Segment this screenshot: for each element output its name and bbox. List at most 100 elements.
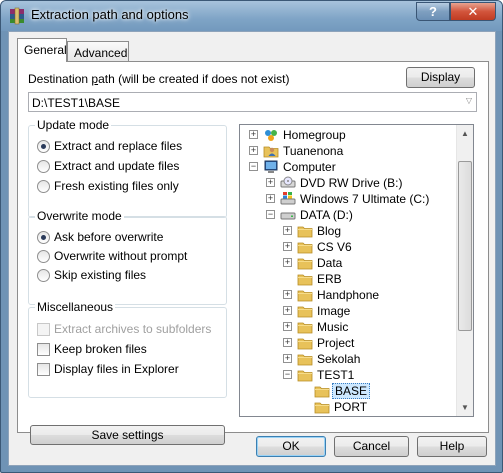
expand-icon[interactable]: +: [283, 354, 292, 363]
winrar-icon: [10, 7, 24, 25]
tab-general[interactable]: General: [17, 38, 67, 62]
tree-node-label[interactable]: DATA (D:): [298, 208, 355, 222]
tree-node-blog[interactable]: + Blog: [240, 223, 456, 239]
tree-node-label[interactable]: DVD RW Drive (B:): [298, 176, 404, 190]
title-bar[interactable]: Extraction path and options ? ✕: [1, 1, 502, 31]
destination-path-value: D:\TEST1\BASE: [32, 96, 121, 110]
expand-icon[interactable]: +: [283, 290, 292, 299]
tree-node-cs-v6[interactable]: + CS V6: [240, 239, 456, 255]
tree-node-sekolah[interactable]: + Sekolah: [240, 351, 456, 367]
tree-node-label[interactable]: Windows 7 Ultimate (C:): [298, 192, 431, 206]
folder-icon: [297, 322, 313, 334]
tree-node-handphone[interactable]: + Handphone: [240, 287, 456, 303]
tree-node-label[interactable]: BASE: [332, 383, 371, 399]
tree-vertical-scrollbar[interactable]: ▲ ▼: [456, 125, 473, 416]
tab-advanced[interactable]: Advanced: [67, 41, 129, 63]
tree-node-test1[interactable]: − TEST1: [240, 367, 456, 383]
destination-path-combobox[interactable]: D:\TEST1\BASE ▽: [28, 92, 477, 112]
user-folder-icon: [263, 146, 279, 158]
expand-icon[interactable]: +: [283, 226, 292, 235]
checkbox[interactable]: [37, 363, 50, 376]
expand-icon[interactable]: +: [266, 178, 275, 187]
tree-node-project[interactable]: + Project: [240, 335, 456, 351]
windows-drive-icon: [280, 192, 296, 205]
overwrite-mode-group: Overwrite mode Ask before overwrite Over…: [28, 209, 227, 305]
tree-node-label[interactable]: Music: [315, 320, 350, 334]
hard-drive-icon: [280, 212, 296, 220]
tree-node-label[interactable]: TEST1: [315, 368, 356, 382]
folder-icon: [297, 274, 313, 286]
tree-node-erb[interactable]: ERB: [240, 271, 456, 287]
expand-icon[interactable]: +: [283, 242, 292, 251]
folder-icon: [297, 370, 313, 382]
expand-icon[interactable]: +: [283, 306, 292, 315]
radio-button[interactable]: [37, 140, 50, 153]
tree-node-image[interactable]: + Image: [240, 303, 456, 319]
collapse-icon[interactable]: −: [266, 210, 275, 219]
title-close-button[interactable]: ✕: [450, 2, 496, 21]
tree-node-label[interactable]: Tuanenona: [281, 144, 345, 158]
ok-button[interactable]: OK: [256, 436, 326, 457]
tree-node-homegroup[interactable]: + Homegroup: [240, 127, 456, 143]
tree-node-base[interactable]: BASE: [240, 383, 456, 399]
miscellaneous-title: Miscellaneous: [35, 300, 116, 314]
tree-node-windows-7-ultimate-c[interactable]: + Windows 7 Ultimate (C:): [240, 191, 456, 207]
collapse-icon[interactable]: −: [249, 162, 258, 171]
scroll-down-icon[interactable]: ▼: [457, 399, 473, 416]
expand-icon[interactable]: +: [266, 194, 275, 203]
radio-button[interactable]: [37, 269, 50, 282]
tree-node-data-d[interactable]: − DATA (D:): [240, 207, 456, 223]
tree-node-label[interactable]: Data: [315, 256, 344, 270]
folder-icon: [297, 290, 313, 302]
tree-node-label[interactable]: Handphone: [315, 288, 381, 302]
tree-node-label[interactable]: Sekolah: [315, 352, 362, 366]
general-tab-panel: Destination path (will be created if doe…: [17, 61, 489, 445]
tree-node-label[interactable]: Homegroup: [281, 128, 348, 142]
scroll-up-icon[interactable]: ▲: [457, 125, 473, 142]
radio-button[interactable]: [37, 180, 50, 193]
tree-node-dvd-rw-drive-b[interactable]: + DVD RW Drive (B:): [240, 175, 456, 191]
tree-node-tuanenona[interactable]: + Tuanenona: [240, 143, 456, 159]
cancel-button[interactable]: Cancel: [334, 436, 409, 457]
tree-node-label[interactable]: Blog: [315, 224, 343, 238]
folder-tree[interactable]: + Homegroup + Tuanenona − Computer + DVD RW Dri…: [239, 124, 474, 417]
tree-node-label[interactable]: PORT: [332, 400, 369, 414]
expand-icon[interactable]: +: [283, 322, 292, 331]
folder-icon: [297, 258, 313, 270]
tree-node-data[interactable]: + Data: [240, 255, 456, 271]
update-mode-title: Update mode: [35, 118, 112, 132]
radio-button[interactable]: [37, 231, 50, 244]
display-button[interactable]: Display: [406, 67, 475, 88]
expand-icon[interactable]: +: [249, 130, 258, 139]
destination-path-label: Destination path (will be created if doe…: [28, 72, 290, 86]
folder-icon: [297, 242, 313, 254]
expand-icon[interactable]: +: [283, 338, 292, 347]
expand-icon[interactable]: +: [249, 146, 258, 155]
tree-node-label[interactable]: Project: [315, 336, 356, 350]
chevron-down-icon[interactable]: ▽: [466, 96, 472, 105]
overwrite-mode-title: Overwrite mode: [35, 209, 124, 223]
dialog-client: General Advanced Destination path (will …: [8, 31, 496, 466]
tree-node-label[interactable]: Computer: [281, 160, 338, 174]
tree-node-label[interactable]: CS V6: [315, 240, 354, 254]
expand-icon[interactable]: +: [283, 258, 292, 267]
homegroup-icon: [265, 130, 277, 141]
checkbox[interactable]: [37, 343, 50, 356]
save-settings-button[interactable]: Save settings: [30, 425, 225, 445]
title-help-button[interactable]: ?: [416, 2, 450, 21]
tree-node-computer[interactable]: − Computer: [240, 159, 456, 175]
tree-node-label[interactable]: ERB: [315, 272, 344, 286]
tree-node-port[interactable]: PORT: [240, 399, 456, 415]
help-button[interactable]: Help: [417, 436, 487, 457]
folder-icon: [297, 338, 313, 350]
tree-node-music[interactable]: + Music: [240, 319, 456, 335]
radio-button[interactable]: [37, 250, 50, 263]
scroll-thumb[interactable]: [458, 161, 472, 331]
checkbox[interactable]: [37, 323, 50, 336]
folder-icon: [297, 354, 313, 366]
update-mode-group: Update mode Extract and replace files Ex…: [28, 118, 227, 218]
miscellaneous-group: Miscellaneous Extract archives to subfol…: [28, 300, 227, 398]
tree-node-label[interactable]: Image: [315, 304, 352, 318]
radio-button[interactable]: [37, 160, 50, 173]
collapse-icon[interactable]: −: [283, 370, 292, 379]
